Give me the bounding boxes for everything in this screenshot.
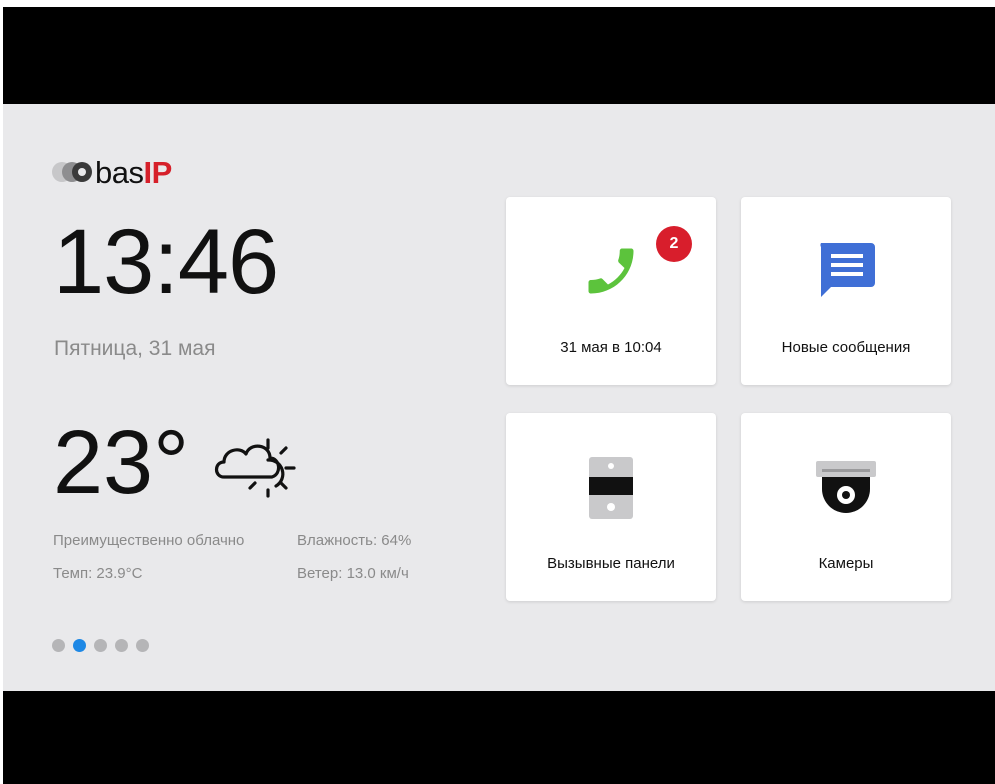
- current-date: Пятница, 31 мая: [54, 337, 216, 360]
- tile-call-panels[interactable]: Вызывные панели: [506, 413, 716, 601]
- home-screen: basIP 13:46 Пятница, 31 мая 23° Преимуще…: [3, 104, 995, 691]
- page-indicator: [52, 639, 149, 652]
- clock-time: 13:46: [53, 211, 279, 313]
- page-dot[interactable]: [136, 639, 149, 652]
- tile-call-panels-label: Вызывные панели: [547, 555, 675, 572]
- page-dot[interactable]: [52, 639, 65, 652]
- weather-humidity: Влажность: 64%: [297, 532, 412, 549]
- camera-icon: [816, 461, 876, 513]
- tile-cameras[interactable]: Камеры: [741, 413, 951, 601]
- page-dot-active[interactable]: [73, 639, 86, 652]
- message-icon: [820, 243, 875, 297]
- phone-icon: [588, 248, 634, 294]
- page-dot[interactable]: [115, 639, 128, 652]
- tile-calls-label: 31 мая в 10:04: [560, 339, 662, 356]
- tile-messages-label: Новые сообщения: [781, 339, 911, 356]
- brand-logo: basIP: [52, 154, 172, 190]
- weather-condition: Преимущественно облачно: [53, 532, 245, 549]
- weather-wind: Ветер: 13.0 км/ч: [297, 565, 409, 582]
- temperature: 23°: [53, 413, 190, 513]
- tile-messages[interactable]: Новые сообщения: [741, 197, 951, 385]
- door-panel-icon: [589, 457, 633, 519]
- logo-mark-icon: [52, 160, 96, 184]
- logo-text-bas: bas: [95, 154, 144, 190]
- tile-cameras-label: Камеры: [818, 555, 874, 572]
- missed-calls-badge: 2: [656, 226, 692, 262]
- page-dot[interactable]: [94, 639, 107, 652]
- logo-text-ip: IP: [143, 154, 172, 190]
- tile-calls[interactable]: 2 31 мая в 10:04: [506, 197, 716, 385]
- weather-temp-detail: Темп: 23.9°C: [53, 565, 143, 582]
- cloud-sun-icon: [214, 438, 296, 498]
